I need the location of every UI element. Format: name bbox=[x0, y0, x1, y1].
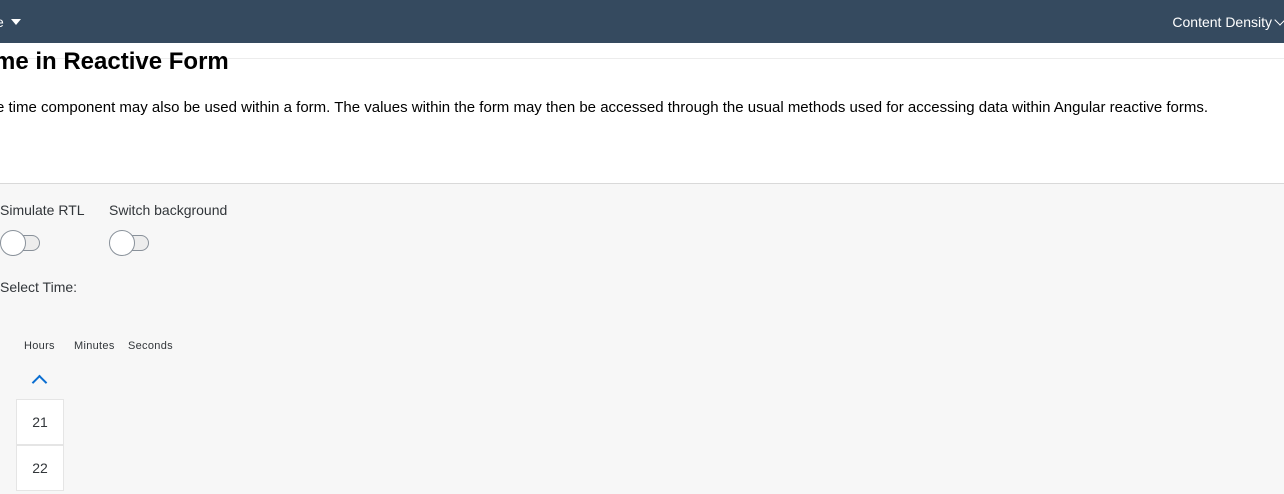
content-density-menu[interactable]: Content Density bbox=[1172, 13, 1284, 31]
simulate-rtl-switch[interactable] bbox=[0, 230, 40, 256]
section-description: e time component may also be used within… bbox=[0, 99, 1209, 116]
seconds-column-header[interactable]: Seconds bbox=[128, 340, 173, 352]
product-menu[interactable]: e bbox=[0, 13, 21, 31]
hour-item[interactable]: 22 bbox=[16, 445, 64, 491]
switch-background-label: Switch background bbox=[109, 202, 228, 218]
hour-item[interactable]: 21 bbox=[16, 399, 64, 445]
switch-knob bbox=[109, 230, 135, 256]
content-density-label: Content Density bbox=[1172, 14, 1272, 30]
minutes-column-header[interactable]: Minutes bbox=[74, 340, 115, 352]
switch-background-toggle-group: Switch background bbox=[109, 202, 227, 256]
select-time-label: Select Time: bbox=[0, 279, 78, 295]
simulate-rtl-toggle-group: Simulate RTL bbox=[0, 202, 85, 256]
switch-knob bbox=[0, 230, 26, 256]
section-title: me in Reactive Form bbox=[0, 48, 229, 75]
product-menu-label: e bbox=[0, 14, 4, 30]
shell-bar: e Content Density bbox=[0, 0, 1284, 43]
chevron-down-icon bbox=[1274, 14, 1284, 26]
caret-down-icon bbox=[10, 19, 21, 25]
simulate-rtl-label: Simulate RTL bbox=[0, 202, 85, 218]
switch-background-switch[interactable] bbox=[109, 230, 149, 256]
hours-column-header: Hours bbox=[24, 340, 55, 352]
hours-increment-chevron-up-icon[interactable] bbox=[31, 374, 48, 391]
